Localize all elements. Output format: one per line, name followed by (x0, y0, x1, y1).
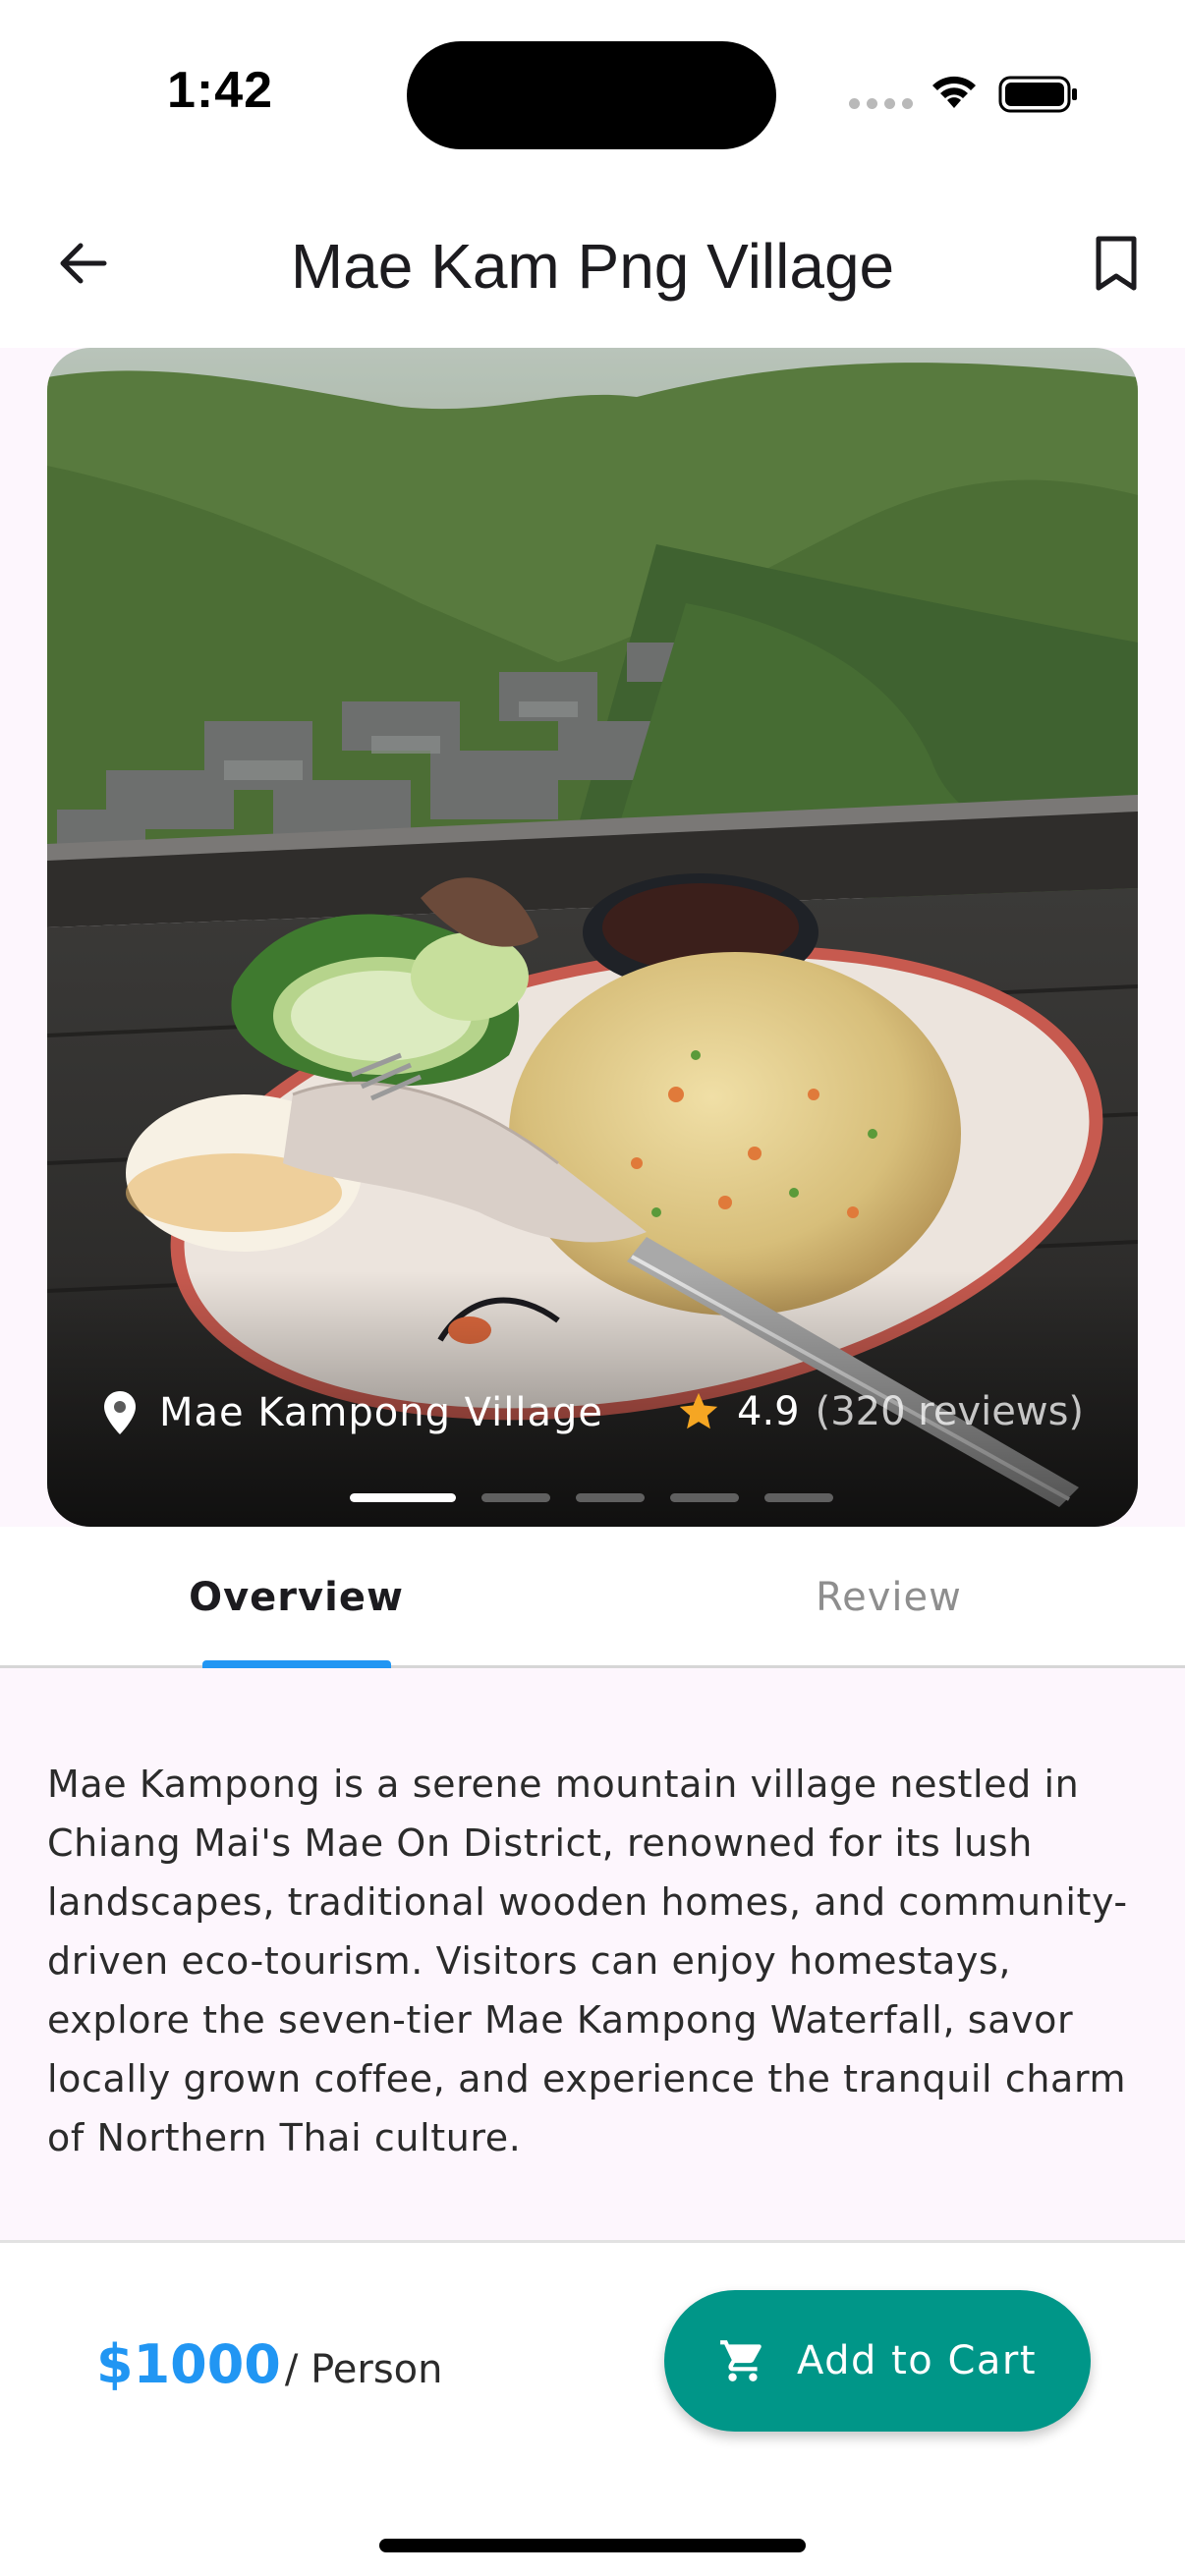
tab-overview[interactable]: Overview (0, 1527, 592, 1668)
battery-icon (998, 76, 1077, 113)
hero-rating: 4.9 (320 reviews) (676, 1389, 1084, 1434)
status-time: 1:42 (167, 62, 274, 119)
tab-overview-label: Overview (189, 1575, 404, 1620)
price-value: $1000 (96, 2333, 281, 2395)
carousel-dot[interactable] (670, 1493, 739, 1502)
carousel-dot[interactable] (350, 1493, 456, 1502)
carousel-dot[interactable] (481, 1493, 550, 1502)
bookmark-button[interactable] (1081, 228, 1152, 299)
bookmark-outline-icon (1096, 236, 1137, 291)
overview-panel: Mae Kampong is a serene mountain village… (0, 1668, 1185, 2240)
carousel-dot[interactable] (576, 1493, 645, 1502)
rating-count: (320 reviews) (815, 1389, 1085, 1434)
overview-description: Mae Kampong is a serene mountain village… (47, 1763, 1128, 2159)
status-bar: 1:42 (0, 0, 1185, 187)
home-indicator[interactable] (379, 2539, 806, 2552)
wifi-icon (932, 76, 976, 108)
hero-location-text: Mae Kampong Village (159, 1390, 604, 1435)
rating-value: 4.9 (737, 1389, 800, 1434)
booking-bar: $1000 / Person Add to Cart (0, 2240, 1185, 2576)
shopping-cart-icon (720, 2340, 762, 2381)
app-bar: Mae Kam Png Village (0, 196, 1185, 344)
hero-image-carousel[interactable]: Mae Kampong Village 4.9 (320 reviews) (47, 348, 1138, 1527)
carousel-indicator[interactable] (350, 1493, 833, 1502)
tab-review[interactable]: Review (592, 1527, 1185, 1668)
location-pin-icon (104, 1391, 136, 1434)
tab-indicator (202, 1660, 391, 1668)
tab-bar: Overview Review (0, 1527, 1185, 1668)
add-to-cart-button[interactable]: Add to Cart (664, 2290, 1091, 2432)
carousel-dot[interactable] (764, 1493, 833, 1502)
page-title: Mae Kam Png Village (290, 231, 895, 302)
price: $1000 / Person (96, 2333, 442, 2395)
cellular-signal-icon (849, 98, 913, 109)
hero-location: Mae Kampong Village (102, 1389, 603, 1436)
add-to-cart-label: Add to Cart (796, 2338, 1038, 2383)
price-unit: / Person (284, 2347, 443, 2392)
tab-review-label: Review (816, 1575, 962, 1620)
dynamic-island (407, 41, 776, 149)
star-icon (679, 1392, 718, 1429)
